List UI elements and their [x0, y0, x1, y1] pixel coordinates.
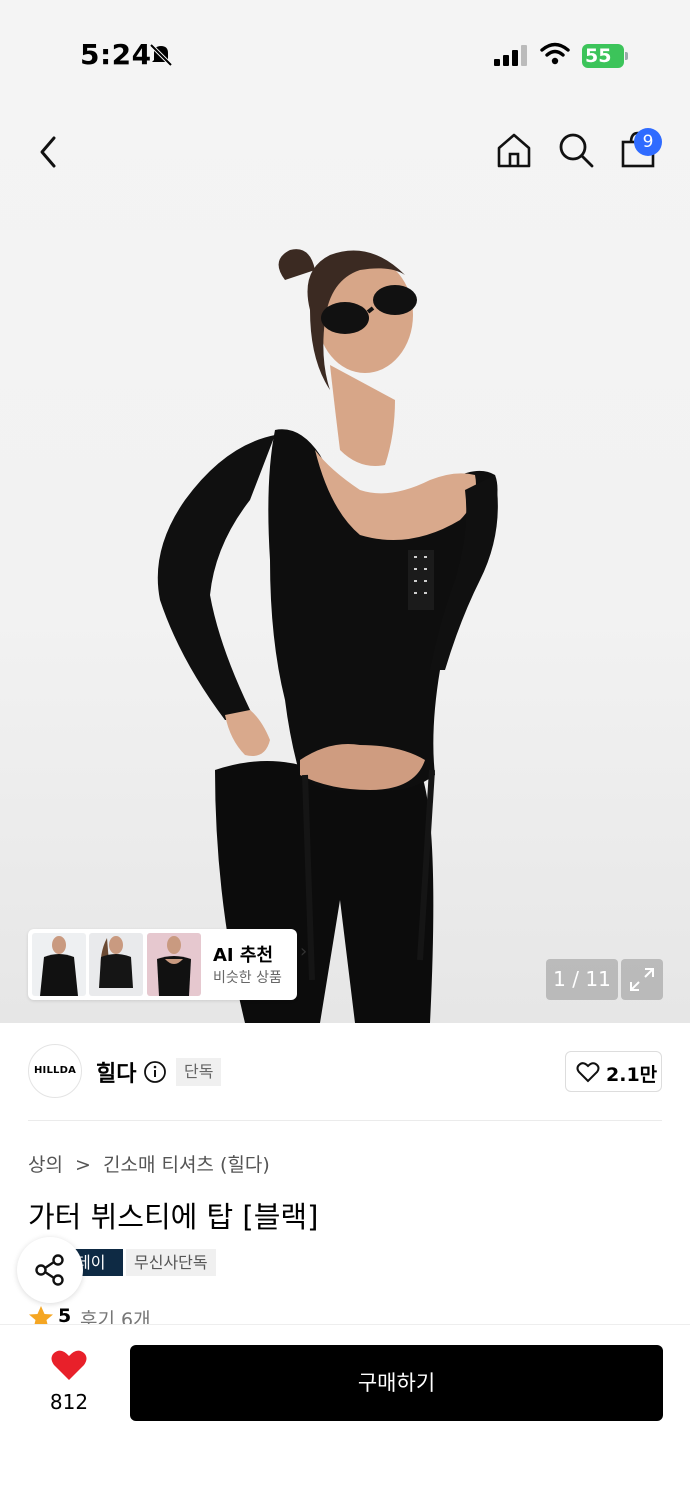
breadcrumb: 상의 > 긴소매 티셔츠 (힐다): [28, 1150, 276, 1177]
wishlist-count: 812: [49, 1390, 89, 1414]
wishlist-button[interactable]: 812: [40, 1348, 98, 1418]
status-time: 5:24: [80, 38, 152, 71]
divider: [28, 1120, 662, 1121]
home-icon[interactable]: [494, 130, 534, 170]
breadcrumb-separator: >: [75, 1154, 91, 1176]
ai-thumbnail-1[interactable]: [32, 933, 86, 996]
back-arrow-icon[interactable]: [30, 132, 66, 172]
exclusive-badge: 단독: [176, 1058, 222, 1086]
breadcrumb-subcategory[interactable]: 긴소매 티셔츠 (힐다): [103, 1154, 270, 1176]
product-photo[interactable]: [0, 200, 690, 1023]
bell-muted-icon: [149, 43, 173, 67]
brand-logo[interactable]: HILLDA: [28, 1044, 82, 1098]
battery-level: 55: [585, 45, 612, 67]
cellular-signal-icon: [494, 45, 527, 66]
search-icon[interactable]: [556, 130, 596, 170]
brand-like-button[interactable]: 2.1만: [565, 1051, 662, 1092]
brand-name[interactable]: 힐다: [96, 1056, 136, 1088]
breadcrumb-category[interactable]: 상의: [28, 1154, 63, 1176]
share-button[interactable]: [17, 1237, 83, 1303]
expand-image-button[interactable]: [621, 959, 663, 1000]
image-counter: 1 / 11: [546, 959, 618, 1000]
product-title: 가터 뷔스티에 탑 [블랙]: [28, 1200, 319, 1234]
top-navigation: [0, 110, 690, 200]
ai-recommend-card[interactable]: AI 추천 › 비슷한 상품: [28, 929, 307, 1000]
brand-like-count: 2.1만: [606, 1064, 658, 1086]
info-icon[interactable]: [143, 1060, 167, 1084]
heart-outline-icon: [576, 1062, 600, 1083]
ai-recommend-subtitle: 비슷한 상품: [213, 970, 282, 986]
status-bar: 5:24 55: [0, 0, 690, 110]
product-image-gallery[interactable]: 9 AI 추천 › 비슷한 상품 1 / 11: [0, 0, 690, 1023]
heart-filled-icon: [51, 1350, 87, 1380]
buy-button[interactable]: 구매하기: [130, 1345, 663, 1421]
musinsa-exclusive-tag: 무신사단독: [126, 1249, 216, 1276]
share-icon: [35, 1254, 64, 1286]
ai-thumbnail-2[interactable]: [89, 933, 143, 996]
expand-icon: [630, 968, 654, 991]
ai-thumbnail-3[interactable]: [147, 933, 201, 996]
battery-indicator: 55: [582, 44, 628, 68]
cart-count-badge: 9: [634, 128, 662, 156]
chevron-right-icon: ›: [300, 941, 308, 962]
ai-recommend-title: AI 추천: [213, 945, 274, 966]
wifi-icon: [540, 42, 570, 65]
